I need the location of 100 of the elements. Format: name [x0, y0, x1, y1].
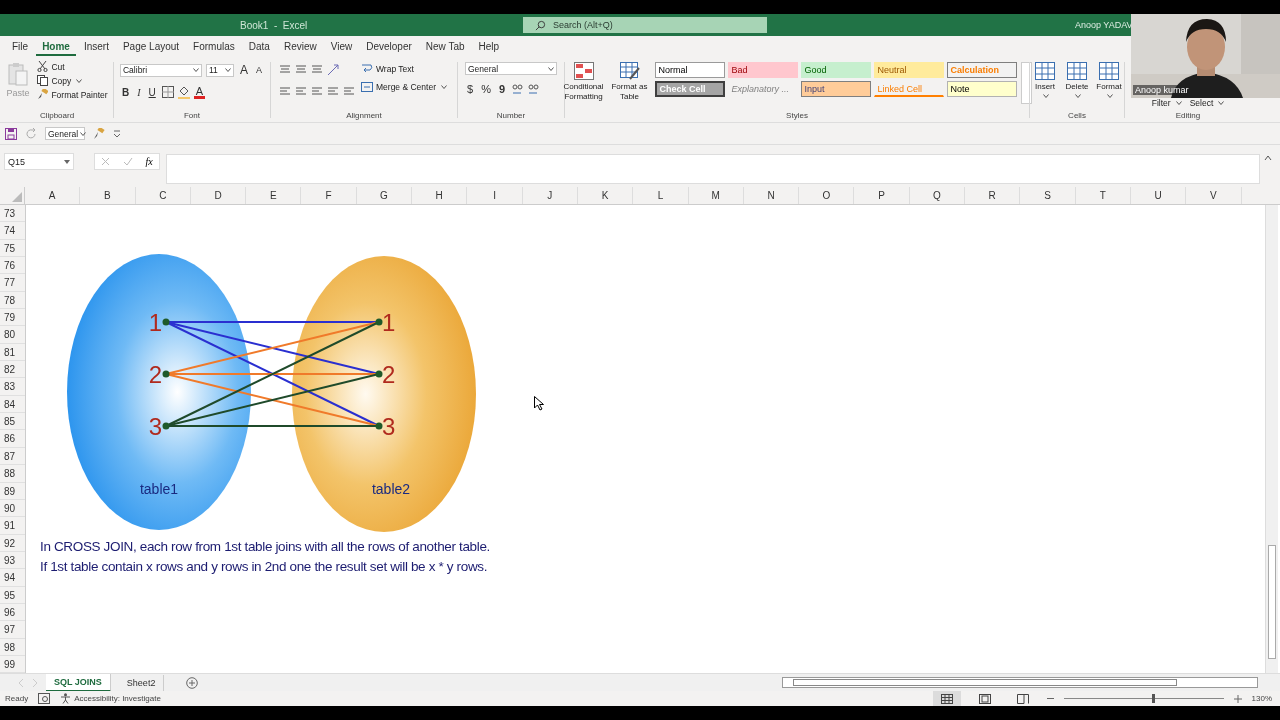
vertical-scrollbar[interactable] — [1265, 205, 1278, 673]
ribbon-tab[interactable]: Home — [36, 38, 76, 56]
row-header[interactable]: 80 — [0, 326, 25, 344]
column-header[interactable]: I — [467, 187, 523, 204]
column-header[interactable]: E — [246, 187, 302, 204]
format-painter-button[interactable]: Format Painter — [35, 88, 110, 101]
editing-button[interactable]: Select — [1187, 97, 1227, 109]
comma-button[interactable]: 9 — [496, 83, 508, 95]
row-header[interactable]: 81 — [0, 343, 25, 362]
name-box[interactable]: Q15 — [4, 153, 74, 170]
column-header[interactable]: T — [1075, 187, 1131, 204]
insert-function-button[interactable]: fx — [145, 156, 153, 167]
shrink-font-button[interactable]: A — [254, 65, 264, 75]
row-header[interactable]: 82 — [0, 361, 25, 379]
number-format-field[interactable]: General — [45, 127, 85, 140]
cell-style-button[interactable]: Input — [800, 81, 871, 97]
ribbon-tab[interactable]: Review — [277, 38, 323, 56]
column-header[interactable]: F — [301, 187, 357, 204]
percent-button[interactable]: % — [479, 83, 493, 95]
row-header[interactable]: 83 — [0, 378, 25, 396]
ribbon-tab[interactable]: Help — [472, 38, 506, 56]
redo-icon[interactable] — [25, 127, 37, 140]
cells-button[interactable]: Delete — [1063, 60, 1091, 100]
conditional-formatting-button[interactable]: Conditional Formatting — [562, 60, 605, 104]
collapse-icon[interactable] — [1264, 155, 1272, 161]
column-header[interactable]: O — [799, 187, 855, 204]
row-header[interactable]: 95 — [0, 586, 25, 604]
row-header[interactable]: 88 — [0, 465, 25, 483]
zoom-thumb[interactable] — [1152, 694, 1156, 703]
row-header[interactable]: 97 — [0, 621, 25, 639]
ribbon-tab[interactable]: Insert — [77, 38, 115, 56]
cell-style-button[interactable]: Note — [946, 81, 1017, 97]
cut-button[interactable]: Cut — [35, 60, 110, 73]
row-header[interactable]: 94 — [0, 569, 25, 587]
column-header[interactable]: C — [135, 187, 191, 204]
macro-record-icon[interactable] — [38, 693, 51, 704]
copy-button[interactable]: Copy — [35, 74, 110, 87]
column-header[interactable]: G — [356, 187, 413, 204]
ribbon-tab[interactable]: New Tab — [419, 38, 471, 56]
sheet-tab[interactable]: SQL JOINS — [46, 673, 111, 692]
column-header[interactable]: P — [854, 187, 910, 204]
editing-button[interactable]: Filter — [1149, 97, 1184, 109]
add-sheet-icon[interactable] — [186, 676, 199, 689]
format-as-table-button[interactable]: Format as Table — [608, 60, 651, 104]
formula-input[interactable] — [166, 154, 1260, 184]
column-header[interactable]: U — [1130, 187, 1187, 204]
search-field[interactable]: Search (Alt+Q) — [523, 17, 767, 33]
column-header[interactable]: J — [522, 187, 578, 204]
merge-center-button[interactable]: Merge & Center — [359, 81, 449, 93]
grow-font-button[interactable]: A — [238, 63, 250, 77]
font-color-button[interactable]: A — [193, 85, 206, 99]
cell-style-button[interactable]: Explanatory ... — [727, 81, 798, 97]
column-header[interactable]: N — [743, 187, 800, 204]
zoom-level[interactable]: 130% — [1251, 694, 1280, 703]
row-header[interactable]: 77 — [0, 274, 25, 292]
sheet-tab[interactable]: Sheet2 — [118, 674, 165, 691]
column-header[interactable]: B — [80, 187, 136, 204]
save-icon[interactable] — [5, 127, 17, 140]
row-header[interactable]: 84 — [0, 395, 25, 414]
row-header[interactable]: 79 — [0, 309, 25, 327]
row-header[interactable]: 96 — [0, 603, 25, 622]
column-header[interactable]: K — [577, 187, 634, 204]
row-header[interactable]: 75 — [0, 239, 25, 258]
column-header[interactable]: Q — [909, 187, 966, 204]
column-header[interactable]: H — [412, 187, 468, 204]
column-header[interactable]: R — [965, 187, 1021, 204]
ribbon-tab[interactable]: Formulas — [187, 38, 241, 56]
customize-icon[interactable] — [113, 129, 121, 138]
column-header[interactable]: V — [1186, 187, 1242, 204]
cells-button[interactable]: Insert — [1031, 60, 1059, 100]
accessibility-button[interactable]: Accessibility: Investigate — [60, 693, 161, 704]
currency-button[interactable]: $ — [465, 83, 476, 95]
row-header[interactable]: 85 — [0, 413, 25, 431]
row-header[interactable]: 91 — [0, 517, 25, 535]
cell-style-button[interactable]: Neutral — [873, 62, 944, 78]
row-header[interactable]: 74 — [0, 222, 25, 240]
row-header[interactable]: 87 — [0, 447, 25, 466]
ribbon-tab[interactable]: Page Layout — [116, 38, 186, 56]
font-size-field[interactable]: 11 — [206, 63, 234, 77]
ribbon-tab[interactable]: View — [324, 38, 359, 56]
row-header[interactable]: 98 — [0, 638, 25, 656]
cell-style-button[interactable]: Normal — [654, 62, 725, 78]
column-header[interactable]: L — [633, 187, 689, 204]
row-header[interactable]: 93 — [0, 551, 25, 570]
row-header[interactable]: 73 — [0, 205, 25, 223]
row-header[interactable]: 76 — [0, 257, 25, 275]
ribbon-tab[interactable]: Developer — [360, 38, 418, 56]
row-header[interactable]: 92 — [0, 534, 25, 552]
cells-button[interactable]: Format — [1095, 60, 1123, 100]
underline-button[interactable]: U — [146, 86, 158, 98]
horizontal-scrollbar[interactable] — [782, 677, 1259, 688]
ribbon-tab[interactable]: File — [6, 38, 35, 56]
cell-style-button[interactable]: Good — [800, 62, 871, 78]
italic-button[interactable]: I — [135, 86, 143, 98]
row-header[interactable]: 89 — [0, 482, 25, 500]
wrap-text-button[interactable]: Wrap Text — [359, 62, 449, 75]
row-header[interactable]: 78 — [0, 291, 25, 310]
row-header[interactable]: 86 — [0, 430, 25, 448]
column-header[interactable]: A — [25, 187, 81, 204]
brush-icon[interactable] — [93, 127, 105, 140]
